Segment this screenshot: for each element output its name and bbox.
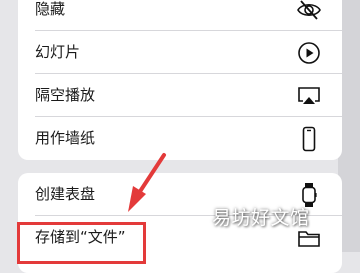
watermark-text: 易坊好文馆 (212, 207, 310, 229)
annotation-highlight-box (17, 222, 146, 264)
